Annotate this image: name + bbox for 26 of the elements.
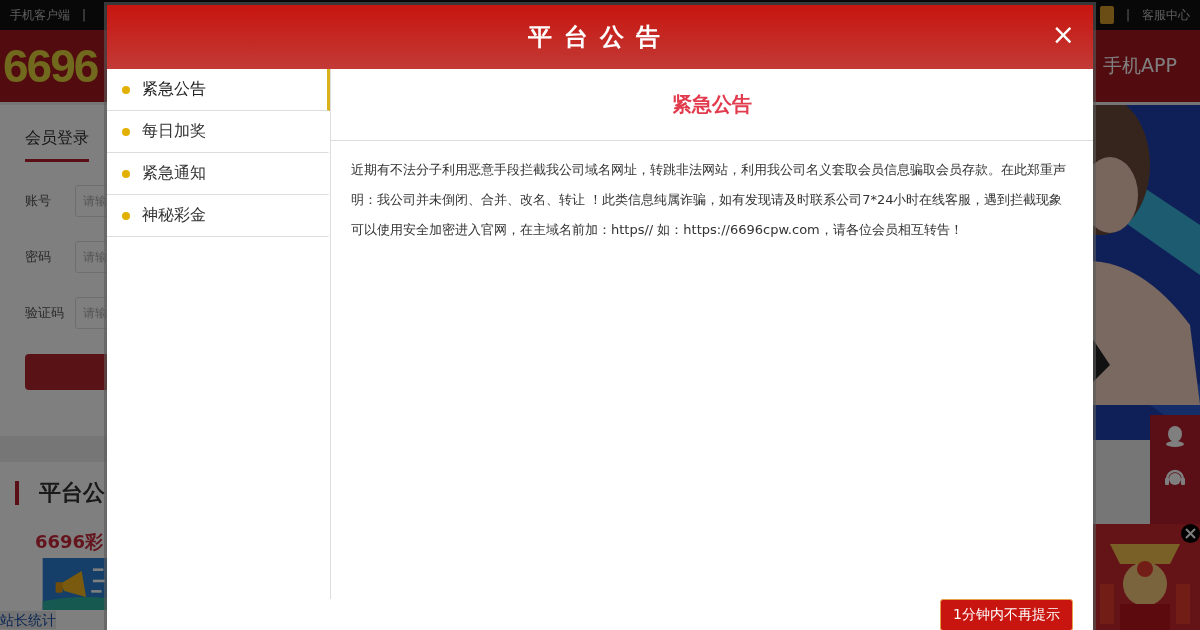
- bullet-icon: [122, 169, 130, 178]
- notice-subtitle: 6696彩: [35, 530, 105, 554]
- stats-link[interactable]: 站长统计: [0, 611, 56, 629]
- bullet-icon: [122, 85, 130, 94]
- bullet-icon: [122, 127, 130, 136]
- nav-link[interactable]: 手机APP: [1103, 53, 1177, 79]
- separator: |: [1125, 8, 1130, 22]
- menu-item[interactable]: 紧急公告: [107, 69, 330, 111]
- field-label: 密码: [25, 248, 52, 266]
- bullet-icon: [122, 211, 130, 220]
- field-label: 验证码: [25, 304, 65, 322]
- separator: |: [82, 8, 87, 22]
- article-title: 紧急公告: [331, 69, 1093, 141]
- article-text: 近期有不法分子利用恶意手段拦截我公司域名网址，转跳非法网站，利用我公司名义套取会员信息骗取会员存款。在此郑重声明：我公司并未倒闭、合并、改名、转让 ！此类信息纯属诈骗，如有发现请及时联系公司7*24小时在线客服，遇到拦截现象可以使用安全加密进入官网，在主域名前加：https// 如：https://6696cpw.com，请各位会员相互转告！: [350, 161, 1067, 239]
- field-label: 账号: [25, 192, 52, 210]
- headset-icon[interactable]: [1164, 467, 1186, 487]
- login-tab[interactable]: 会员登录: [25, 125, 89, 162]
- close-button[interactable]: ×: [1047, 21, 1079, 49]
- top-link[interactable]: 客服中心: [1142, 6, 1190, 24]
- top-link[interactable]: 手机客户端: [10, 6, 70, 24]
- section-title: 平台公: [39, 479, 105, 507]
- top-button[interactable]: [1099, 6, 1114, 24]
- logo: 6696: [3, 39, 98, 93]
- title-bar: [15, 481, 19, 505]
- dismiss-button[interactable]: 1分钟内不再提示: [940, 599, 1073, 630]
- dialog-title: 平台公告: [528, 22, 672, 53]
